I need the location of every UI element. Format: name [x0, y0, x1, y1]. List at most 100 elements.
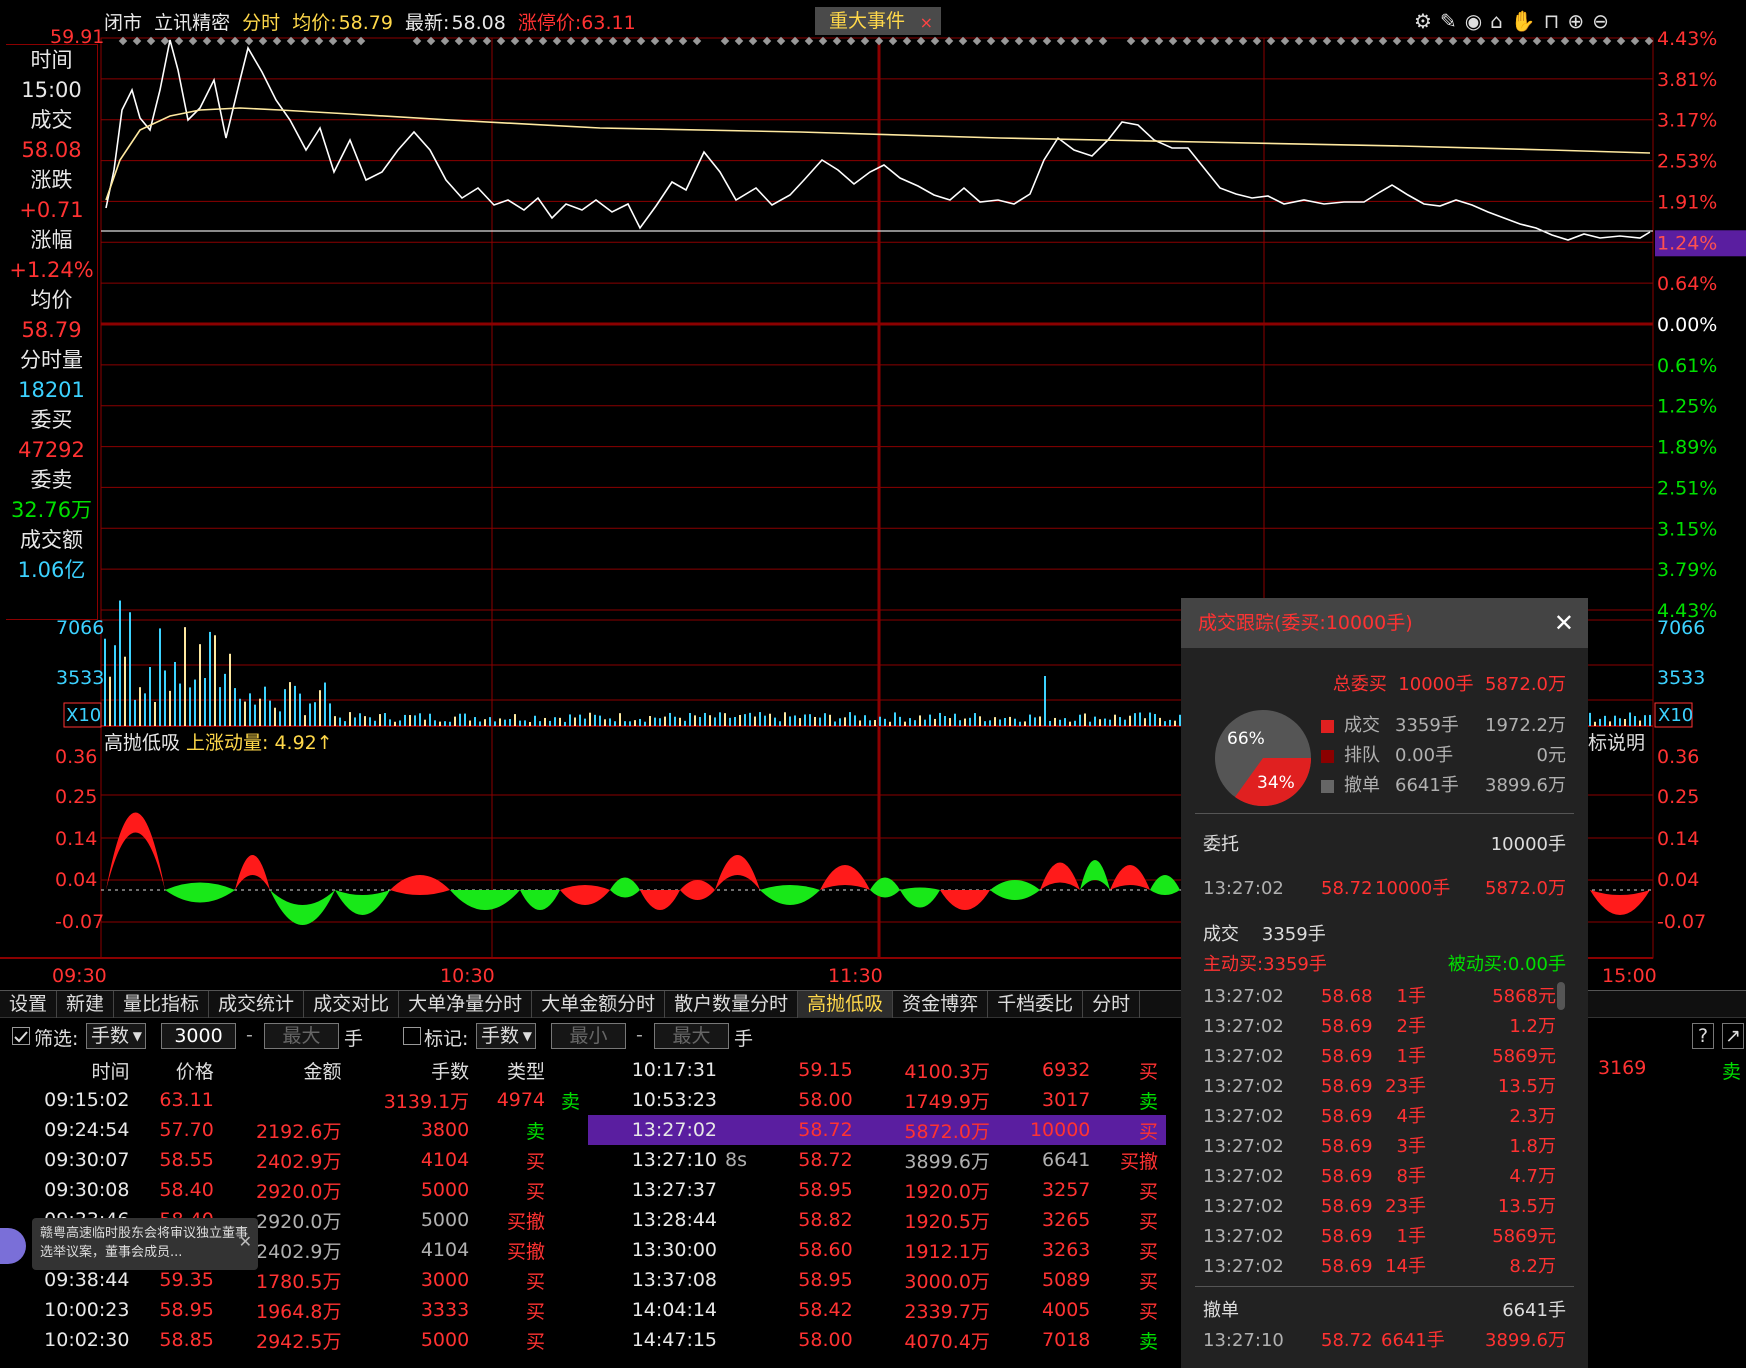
table-row[interactable]: 09:30:08 58.40 2920.0万 5000 买	[8, 1175, 586, 1205]
indicator-ribbon	[640, 890, 680, 910]
filter-unit-select[interactable]: 手数 ▼	[86, 1023, 146, 1049]
volume-bar	[114, 645, 116, 726]
zoom-in-icon[interactable]: ⊕	[1567, 9, 1592, 33]
table-row[interactable]: 13:28:44 58.82 1920.5万 3265 买	[588, 1205, 1166, 1235]
volume-bar	[779, 721, 781, 726]
pen-icon[interactable]: ✎	[1440, 9, 1465, 33]
volume-bar	[689, 713, 691, 726]
mark-min-input[interactable]: 最小	[551, 1023, 626, 1049]
filter-max-input[interactable]: 最大	[264, 1023, 339, 1049]
deal-price: 58.69	[1321, 1166, 1373, 1187]
divider-2	[1195, 1286, 1574, 1287]
tab-7[interactable]: 散户数量分时	[665, 991, 799, 1018]
time-axis-label: 09:30	[52, 965, 107, 987]
table-row[interactable]: 10:00:23 58.95 1964.8万 3333 买	[8, 1295, 586, 1325]
tab-11[interactable]: 分时	[1083, 991, 1141, 1018]
volume-bar	[929, 714, 931, 726]
volume-bar	[859, 720, 861, 726]
tab-4[interactable]: 成交对比	[304, 991, 400, 1018]
column-header[interactable]: 价格	[135, 1055, 219, 1085]
table-row[interactable]: 14:04:14 58.42 2339.7万 4005 买	[588, 1295, 1166, 1325]
right-axis-label: 0.64%	[1657, 273, 1717, 295]
volume-bar	[1139, 712, 1141, 726]
table-row[interactable]: 13:27:10 8s 58.72 3899.6万 6641 买撤	[588, 1145, 1166, 1175]
eye-icon[interactable]: ◉	[1465, 9, 1490, 33]
table-row[interactable]: 13:27:02 58.72 5872.0万 10000 买	[588, 1115, 1166, 1145]
mark-unit-select[interactable]: 手数 ▼	[476, 1023, 536, 1049]
cell-type: 买撤	[507, 1240, 546, 1263]
popout-icon[interactable]: ↗	[1722, 1023, 1744, 1049]
cell-vol: 4104	[420, 1149, 470, 1171]
cell-type: 买	[1138, 1270, 1158, 1293]
gear-icon[interactable]: ⚙	[1414, 9, 1440, 33]
help-icon[interactable]: ?	[1692, 1023, 1714, 1049]
volume-bar	[734, 717, 736, 726]
volume-bar	[204, 677, 206, 726]
volume-bar	[599, 715, 601, 726]
deal-total: 3359手	[1261, 924, 1326, 945]
tab-1[interactable]: 新建	[57, 991, 115, 1018]
table-row[interactable]: 13:37:08 58.95 3000.0万 5089 买	[588, 1265, 1166, 1295]
tab-8[interactable]: 高抛低吸	[798, 991, 894, 1018]
column-header[interactable]: 时间	[8, 1055, 135, 1085]
stock-name[interactable]: 立讯精密	[154, 12, 230, 34]
right-axis-label: 3.15%	[1657, 518, 1717, 540]
tab-0[interactable]: 设置	[0, 991, 58, 1018]
volume-bar	[949, 718, 951, 726]
chevron-down-icon: ▼	[132, 1029, 142, 1043]
chart-mode[interactable]: 分时	[242, 12, 280, 34]
zoom-out-icon[interactable]: ⊖	[1592, 9, 1617, 33]
cell-tag: 8s	[725, 1149, 748, 1171]
cancel-price: 58.72	[1321, 1330, 1373, 1351]
table-row[interactable]: 13:27:37 58.95 1920.0万 3257 买	[588, 1175, 1166, 1205]
volume-bar	[1054, 717, 1056, 726]
volume-bar	[954, 713, 956, 726]
tab-6[interactable]: 大单金额分时	[532, 991, 666, 1018]
tab-2[interactable]: 量比指标	[114, 991, 210, 1018]
table-row[interactable]: 10:53:23 58.00 1749.9万 3017 卖	[588, 1085, 1166, 1115]
lock-icon[interactable]: ⊓	[1544, 9, 1568, 33]
table-row[interactable]: 09:15:02 63.11 3139.1万 4974 卖	[8, 1085, 586, 1115]
volume-bar	[1109, 719, 1111, 726]
store-icon[interactable]: ⌂	[1490, 9, 1511, 33]
hand-icon[interactable]: ✋	[1511, 9, 1544, 33]
table-row[interactable]: 09:24:54 57.70 2192.6万 3800 卖	[8, 1115, 586, 1145]
table-row[interactable]: 14:47:15 58.00 4070.4万 7018 卖	[588, 1325, 1166, 1355]
legend-label: 成交	[1344, 715, 1380, 736]
filter-min-input[interactable]: 3000	[161, 1023, 236, 1049]
deal-vol: 14手	[1385, 1256, 1426, 1277]
column-header[interactable]: 类型	[475, 1055, 551, 1085]
volume-bar	[1174, 720, 1176, 726]
close-icon[interactable]: ✕	[239, 1232, 252, 1251]
deal-time: 13:27:02	[1203, 1016, 1284, 1037]
table-row[interactable]: 09:30:07 58.55 2402.9万 4104 买	[8, 1145, 586, 1175]
cell-amount: 3000.0万	[904, 1270, 990, 1293]
cell-vol: 3000	[420, 1269, 470, 1291]
mark-max-input[interactable]: 最大	[654, 1023, 729, 1049]
mark-checkbox[interactable]	[403, 1027, 421, 1045]
table-row[interactable]: 10:02:30 58.85 2942.5万 5000 买	[8, 1325, 586, 1355]
filter-checkbox[interactable]	[12, 1027, 30, 1045]
volume-bar	[454, 716, 456, 726]
latest-label: 最新:	[405, 12, 450, 34]
close-icon[interactable]: ✕	[1554, 598, 1574, 648]
table-row[interactable]: 13:30:00 58.60 1912.1万 3263 买	[588, 1235, 1166, 1265]
tab-9[interactable]: 资金博弈	[893, 991, 989, 1018]
column-header[interactable]: 手数	[347, 1055, 475, 1085]
close-icon[interactable]: ×	[920, 9, 933, 37]
volume-bar	[1009, 716, 1011, 726]
volume-bar	[1644, 715, 1646, 726]
deal-row: 13:27:02 58.69 14手 8.2万	[1203, 1252, 1566, 1282]
cell-time: 10:02:30	[44, 1329, 130, 1351]
table-row[interactable]: 10:17:31 59.15 4100.3万 6932 买	[588, 1055, 1166, 1085]
tab-10[interactable]: 千档委比	[988, 991, 1084, 1018]
legend-label: 撤单	[1344, 775, 1380, 796]
tab-5[interactable]: 大单净量分时	[399, 991, 533, 1018]
tab-3[interactable]: 成交统计	[209, 991, 305, 1018]
news-toast[interactable]: 赣粤高速临时股东会将审议独立董事选举议案，董事会成员... ✕	[32, 1218, 258, 1270]
deal-amt: 8.2万	[1509, 1256, 1556, 1277]
scrollbar-thumb[interactable]	[1557, 982, 1565, 1010]
major-event-button[interactable]: 重大事件 ×	[815, 7, 941, 35]
column-header[interactable]: 金额	[220, 1055, 348, 1085]
indicator-ribbon	[940, 890, 990, 910]
